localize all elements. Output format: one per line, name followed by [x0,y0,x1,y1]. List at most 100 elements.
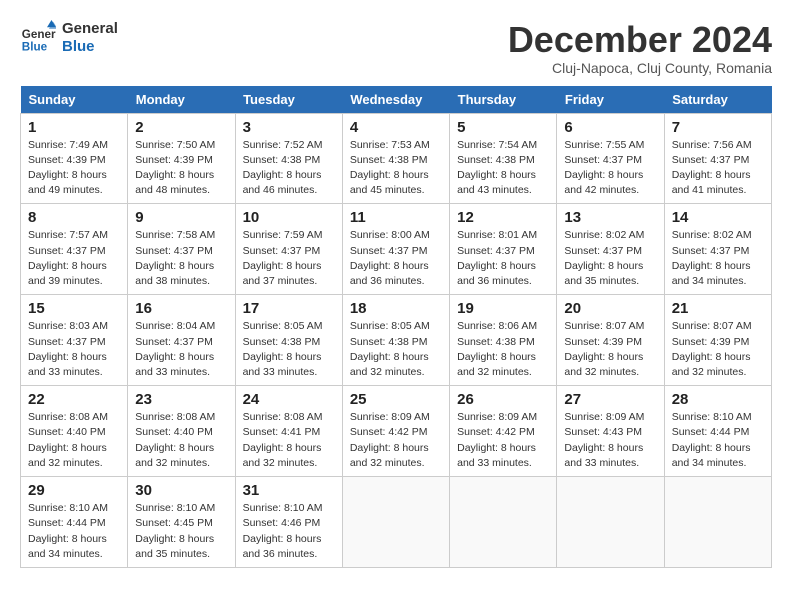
day-cell: 13 Sunrise: 8:02 AMSunset: 4:37 PMDaylig… [557,204,664,295]
day-info: Sunrise: 8:06 AMSunset: 4:38 PMDaylight:… [457,320,537,378]
day-number: 16 [135,300,227,317]
month-title: December 2024 [508,20,772,60]
day-info: Sunrise: 8:09 AMSunset: 4:42 PMDaylight:… [457,411,537,469]
day-info: Sunrise: 8:10 AMSunset: 4:45 PMDaylight:… [135,502,215,560]
empty-cell [342,477,449,568]
day-cell: 8 Sunrise: 7:57 AMSunset: 4:37 PMDayligh… [21,204,128,295]
day-number: 10 [243,209,335,226]
day-number: 19 [457,300,549,317]
day-cell: 7 Sunrise: 7:56 AMSunset: 4:37 PMDayligh… [664,113,771,204]
day-info: Sunrise: 8:01 AMSunset: 4:37 PMDaylight:… [457,229,537,287]
svg-text:General: General [22,28,56,41]
day-number: 1 [28,119,120,136]
weekday-monday: Monday [128,86,235,114]
calendar-week-row: 15 Sunrise: 8:03 AMSunset: 4:37 PMDaylig… [21,295,772,386]
day-info: Sunrise: 7:52 AMSunset: 4:38 PMDaylight:… [243,139,323,197]
weekday-tuesday: Tuesday [235,86,342,114]
day-cell: 3 Sunrise: 7:52 AMSunset: 4:38 PMDayligh… [235,113,342,204]
empty-cell [664,477,771,568]
day-info: Sunrise: 7:54 AMSunset: 4:38 PMDaylight:… [457,139,537,197]
calendar-table: SundayMondayTuesdayWednesdayThursdayFrid… [20,86,772,568]
day-number: 11 [350,209,442,226]
calendar-week-row: 22 Sunrise: 8:08 AMSunset: 4:40 PMDaylig… [21,386,772,477]
day-number: 29 [28,482,120,499]
day-cell: 27 Sunrise: 8:09 AMSunset: 4:43 PMDaylig… [557,386,664,477]
day-number: 7 [672,119,764,136]
day-number: 9 [135,209,227,226]
day-info: Sunrise: 8:07 AMSunset: 4:39 PMDaylight:… [564,320,644,378]
day-info: Sunrise: 8:02 AMSunset: 4:37 PMDaylight:… [564,229,644,287]
day-info: Sunrise: 8:05 AMSunset: 4:38 PMDaylight:… [243,320,323,378]
logo-line2: Blue [62,38,118,56]
day-number: 24 [243,391,335,408]
day-number: 15 [28,300,120,317]
day-cell: 16 Sunrise: 8:04 AMSunset: 4:37 PMDaylig… [128,295,235,386]
day-number: 8 [28,209,120,226]
logo-icon: General Blue [20,20,56,56]
day-cell: 25 Sunrise: 8:09 AMSunset: 4:42 PMDaylig… [342,386,449,477]
svg-text:Blue: Blue [22,41,48,54]
day-cell: 11 Sunrise: 8:00 AMSunset: 4:37 PMDaylig… [342,204,449,295]
weekday-wednesday: Wednesday [342,86,449,114]
day-info: Sunrise: 7:49 AMSunset: 4:39 PMDaylight:… [28,139,108,197]
logo-line1: General [62,20,118,38]
day-cell: 26 Sunrise: 8:09 AMSunset: 4:42 PMDaylig… [450,386,557,477]
calendar-body: 1 Sunrise: 7:49 AMSunset: 4:39 PMDayligh… [21,113,772,567]
day-cell: 24 Sunrise: 8:08 AMSunset: 4:41 PMDaylig… [235,386,342,477]
day-number: 5 [457,119,549,136]
day-number: 2 [135,119,227,136]
empty-cell [450,477,557,568]
day-cell: 23 Sunrise: 8:08 AMSunset: 4:40 PMDaylig… [128,386,235,477]
day-cell: 2 Sunrise: 7:50 AMSunset: 4:39 PMDayligh… [128,113,235,204]
day-info: Sunrise: 8:07 AMSunset: 4:39 PMDaylight:… [672,320,752,378]
day-number: 17 [243,300,335,317]
day-info: Sunrise: 8:10 AMSunset: 4:44 PMDaylight:… [28,502,108,560]
day-info: Sunrise: 7:50 AMSunset: 4:39 PMDaylight:… [135,139,215,197]
day-number: 13 [564,209,656,226]
calendar-week-row: 8 Sunrise: 7:57 AMSunset: 4:37 PMDayligh… [21,204,772,295]
location: Cluj-Napoca, Cluj County, Romania [508,60,772,76]
weekday-sunday: Sunday [21,86,128,114]
day-info: Sunrise: 7:57 AMSunset: 4:37 PMDaylight:… [28,229,108,287]
day-number: 21 [672,300,764,317]
day-info: Sunrise: 8:00 AMSunset: 4:37 PMDaylight:… [350,229,430,287]
day-cell: 6 Sunrise: 7:55 AMSunset: 4:37 PMDayligh… [557,113,664,204]
day-number: 30 [135,482,227,499]
day-cell: 10 Sunrise: 7:59 AMSunset: 4:37 PMDaylig… [235,204,342,295]
day-info: Sunrise: 8:03 AMSunset: 4:37 PMDaylight:… [28,320,108,378]
day-number: 18 [350,300,442,317]
calendar-week-row: 29 Sunrise: 8:10 AMSunset: 4:44 PMDaylig… [21,477,772,568]
day-cell: 20 Sunrise: 8:07 AMSunset: 4:39 PMDaylig… [557,295,664,386]
day-info: Sunrise: 8:09 AMSunset: 4:43 PMDaylight:… [564,411,644,469]
day-cell: 22 Sunrise: 8:08 AMSunset: 4:40 PMDaylig… [21,386,128,477]
day-info: Sunrise: 8:08 AMSunset: 4:40 PMDaylight:… [28,411,108,469]
day-info: Sunrise: 7:53 AMSunset: 4:38 PMDaylight:… [350,139,430,197]
day-cell: 5 Sunrise: 7:54 AMSunset: 4:38 PMDayligh… [450,113,557,204]
day-info: Sunrise: 8:08 AMSunset: 4:41 PMDaylight:… [243,411,323,469]
day-info: Sunrise: 7:58 AMSunset: 4:37 PMDaylight:… [135,229,215,287]
day-cell: 29 Sunrise: 8:10 AMSunset: 4:44 PMDaylig… [21,477,128,568]
day-number: 14 [672,209,764,226]
day-cell: 12 Sunrise: 8:01 AMSunset: 4:37 PMDaylig… [450,204,557,295]
day-cell: 4 Sunrise: 7:53 AMSunset: 4:38 PMDayligh… [342,113,449,204]
day-cell: 15 Sunrise: 8:03 AMSunset: 4:37 PMDaylig… [21,295,128,386]
day-number: 25 [350,391,442,408]
calendar-week-row: 1 Sunrise: 7:49 AMSunset: 4:39 PMDayligh… [21,113,772,204]
day-number: 27 [564,391,656,408]
day-cell: 9 Sunrise: 7:58 AMSunset: 4:37 PMDayligh… [128,204,235,295]
day-info: Sunrise: 7:56 AMSunset: 4:37 PMDaylight:… [672,139,752,197]
empty-cell [557,477,664,568]
day-info: Sunrise: 8:09 AMSunset: 4:42 PMDaylight:… [350,411,430,469]
day-number: 23 [135,391,227,408]
day-info: Sunrise: 8:10 AMSunset: 4:46 PMDaylight:… [243,502,323,560]
logo: General Blue General Blue [20,20,118,56]
day-number: 20 [564,300,656,317]
day-number: 22 [28,391,120,408]
day-cell: 28 Sunrise: 8:10 AMSunset: 4:44 PMDaylig… [664,386,771,477]
day-info: Sunrise: 8:05 AMSunset: 4:38 PMDaylight:… [350,320,430,378]
day-info: Sunrise: 7:59 AMSunset: 4:37 PMDaylight:… [243,229,323,287]
day-cell: 1 Sunrise: 7:49 AMSunset: 4:39 PMDayligh… [21,113,128,204]
title-block: December 2024 Cluj-Napoca, Cluj County, … [508,20,772,76]
day-cell: 18 Sunrise: 8:05 AMSunset: 4:38 PMDaylig… [342,295,449,386]
weekday-saturday: Saturday [664,86,771,114]
